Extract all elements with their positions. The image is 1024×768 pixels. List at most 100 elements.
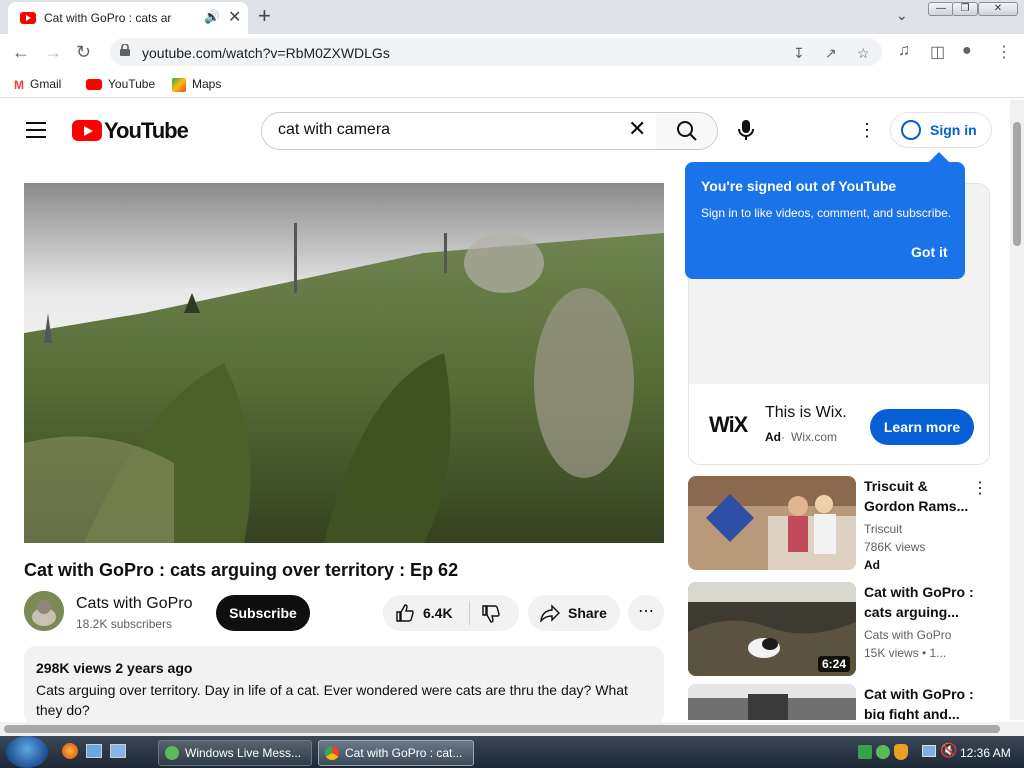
recommendation-thumbnail[interactable] — [688, 476, 856, 570]
wix-logo: WiX — [709, 412, 748, 437]
ad-info: WiX This is Wix. Ad · Wix.com Learn more — [689, 384, 989, 464]
bookmark-maps[interactable]: Maps — [172, 77, 221, 92]
url-text: youtube.com/watch?v=RbM0ZXWDLGs — [142, 45, 390, 61]
recommendation-item[interactable]: Triscuit & Gordon Rams... Triscuit 786K … — [688, 476, 990, 572]
new-tab-button[interactable]: + — [258, 3, 271, 29]
recommendation-channel[interactable]: Triscuit — [864, 522, 902, 536]
taskbar-task-label: Cat with GoPro : cat... — [345, 746, 463, 760]
got-it-button[interactable]: Got it — [911, 244, 948, 260]
taskbar-chrome[interactable]: Cat with GoPro : cat... — [318, 740, 474, 766]
recommendation-item[interactable]: Cat with GoPro : big fight and... — [688, 684, 990, 720]
horizontal-scroll-thumb[interactable] — [4, 725, 1000, 733]
taskbar-messenger[interactable]: Windows Live Mess... — [158, 740, 312, 766]
bookmark-gmail[interactable]: M Gmail — [14, 77, 61, 92]
subscribe-button[interactable]: Subscribe — [216, 595, 310, 631]
media-control-icon[interactable]: ♫ — [898, 42, 910, 60]
ad-domain: Wix.com — [791, 430, 837, 444]
microphone-icon[interactable] — [734, 118, 758, 142]
recommendation-thumbnail[interactable] — [688, 684, 856, 720]
youtube-logo-icon[interactable] — [72, 120, 102, 141]
video-title: Cat with GoPro : cats arguing over terri… — [24, 560, 459, 580]
recommendation-item[interactable]: 6:24 Cat with GoPro : cats arguing... Ca… — [688, 582, 990, 678]
video-player[interactable] — [24, 183, 664, 543]
search-input[interactable] — [278, 121, 618, 139]
profile-icon[interactable]: ● — [962, 42, 972, 60]
vertical-scroll-thumb[interactable] — [1013, 122, 1021, 246]
reload-icon[interactable]: ↻ — [76, 42, 91, 63]
like-icon[interactable] — [395, 603, 415, 623]
youtube-wordmark[interactable]: YouTube — [104, 118, 189, 144]
close-tab-icon[interactable]: ✕ — [228, 7, 241, 27]
share-page-icon[interactable]: ↗ — [825, 45, 837, 62]
switch-windows-icon[interactable] — [110, 744, 126, 758]
popup-body: Sign in to like videos, comment, and sub… — [701, 206, 952, 220]
recommendation-more-icon[interactable]: ⋮ — [972, 478, 988, 498]
ad-badge: Ad — [864, 558, 880, 572]
triscuit-thumbnail-image — [688, 476, 856, 570]
browser-toolbar: ← → ↻ youtube.com/watch?v=RbM0ZXWDLGs ↧ … — [0, 34, 1024, 70]
tray-display-icon[interactable] — [922, 745, 936, 757]
back-icon[interactable]: ← — [12, 42, 30, 63]
youtube-icon — [86, 79, 102, 91]
speaker-icon[interactable]: 🔊 — [204, 9, 220, 25]
recommendation-title[interactable]: Triscuit & Gordon Rams... — [864, 476, 974, 516]
close-window-button[interactable]: ✕ — [978, 2, 1018, 16]
popup-title: You're signed out of YouTube — [701, 178, 897, 194]
taskbar-clock[interactable]: 12:36 AM — [960, 746, 1011, 760]
messenger-icon — [165, 746, 179, 760]
channel-avatar-image — [24, 591, 64, 631]
address-bar[interactable]: youtube.com/watch?v=RbM0ZXWDLGs ↧ ↗ ☆ — [110, 38, 882, 66]
recommendation-title[interactable]: Cat with GoPro : cats arguing... — [864, 582, 974, 622]
views-and-age: 298K views 2 years ago — [36, 660, 193, 676]
like-count[interactable]: 6.4K — [423, 605, 453, 621]
tray-security-icon[interactable] — [894, 744, 908, 760]
bookmark-youtube[interactable]: YouTube — [86, 77, 155, 91]
description-text: Cats arguing over territory. Day in life… — [36, 682, 628, 718]
sign-in-label: Sign in — [930, 122, 977, 138]
side-panel-icon[interactable]: ◫ — [930, 42, 945, 62]
recommendation-title[interactable]: Cat with GoPro : big fight and... — [864, 684, 974, 720]
bookmark-star-icon[interactable]: ☆ — [857, 45, 870, 62]
ad-title[interactable]: This is Wix. — [765, 404, 847, 422]
channel-avatar[interactable] — [24, 591, 64, 631]
start-button[interactable] — [6, 736, 48, 768]
recommendation-channel[interactable]: Cats with GoPro — [864, 628, 951, 642]
lock-icon[interactable] — [120, 44, 130, 56]
taskbar-task-label: Windows Live Mess... — [185, 746, 302, 760]
search-box[interactable] — [261, 112, 657, 150]
firefox-icon[interactable] — [62, 743, 78, 759]
install-icon[interactable]: ↧ — [793, 45, 805, 62]
search-button[interactable] — [656, 112, 718, 150]
tray-volume-muted-icon[interactable]: 🔇 — [940, 742, 957, 759]
clear-search-icon[interactable]: ✕ — [628, 116, 646, 142]
tab-title: Cat with GoPro : cats arguing over terri… — [44, 11, 172, 25]
ad-badge: Ad — [765, 430, 781, 444]
description-box[interactable]: 298K views 2 years ago Cats arguing over… — [24, 646, 664, 726]
dislike-icon[interactable] — [481, 604, 501, 624]
settings-more-icon[interactable]: ⋮ — [858, 120, 876, 141]
browser-tab[interactable]: Cat with GoPro : cats arguing over terri… — [8, 2, 248, 34]
chrome-menu-icon[interactable]: ⋮ — [996, 42, 1012, 62]
tab-strip: Cat with GoPro : cats arguing over terri… — [0, 0, 1024, 34]
learn-more-button[interactable]: Learn more — [870, 409, 974, 445]
restore-button[interactable]: ❐ — [952, 2, 978, 16]
tab-search-icon[interactable]: ⌄ — [896, 7, 908, 24]
youtube-header: YouTube ✕ ⋮ Sign in — [0, 100, 1010, 160]
share-button[interactable]: Share — [528, 595, 620, 631]
tray-messenger-icon[interactable] — [876, 745, 890, 759]
sign-in-button[interactable]: Sign in — [890, 112, 992, 148]
video-more-icon[interactable]: ⋯ — [628, 595, 664, 631]
horizontal-scrollbar[interactable] — [0, 722, 1024, 736]
minimize-button[interactable]: — — [928, 2, 954, 16]
vertical-scrollbar[interactable] — [1010, 100, 1024, 720]
menu-icon[interactable] — [26, 122, 46, 138]
tray-network-icon[interactable] — [858, 745, 872, 759]
search-icon — [677, 121, 697, 141]
subscriber-count: 18.2K subscribers — [76, 617, 173, 631]
dot-separator: · — [781, 430, 785, 444]
big-fight-thumbnail-image — [688, 684, 856, 720]
video-frame — [24, 183, 664, 543]
show-desktop-icon[interactable] — [86, 744, 102, 758]
channel-name[interactable]: Cats with GoPro — [76, 595, 192, 613]
forward-icon[interactable]: → — [44, 42, 62, 63]
